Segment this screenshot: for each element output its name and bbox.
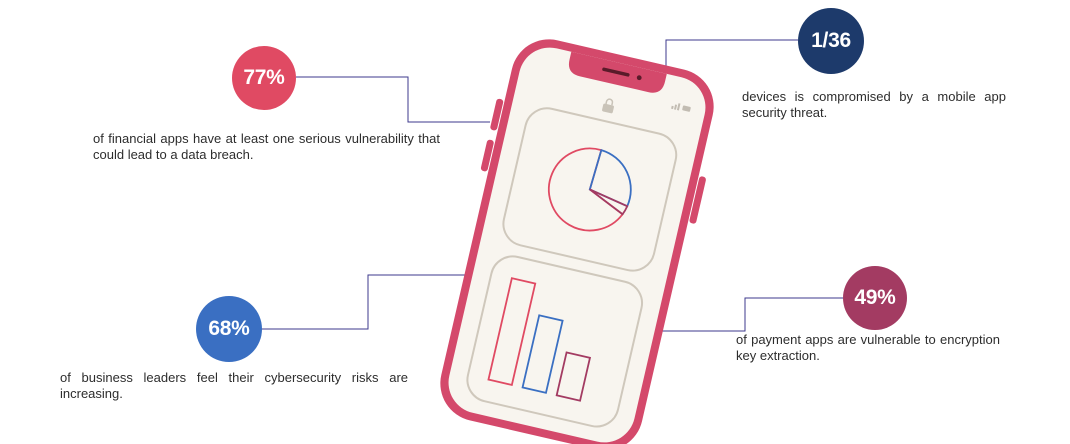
stat-text-49: of payment apps are vulnerable to encryp… [736, 332, 1000, 363]
connector-49 [642, 297, 843, 332]
phone-screen [448, 47, 706, 443]
connector-68 [260, 274, 480, 330]
phone-illustration [440, 39, 714, 444]
connector-1-36 [665, 39, 798, 75]
stat-text-1-36: devices is compromised by a mobile app s… [742, 89, 1006, 120]
stat-text-68: of business leaders feel their cybersecu… [60, 370, 408, 401]
stat-circle-49: 49% [843, 266, 907, 330]
stat-circle-1-36: 1/36 [798, 8, 864, 74]
connector-77 [296, 76, 490, 123]
stat-text-77: of financial apps have at least one seri… [93, 131, 440, 162]
stat-circle-77: 77% [232, 46, 296, 110]
stat-circle-68: 68% [196, 296, 262, 362]
